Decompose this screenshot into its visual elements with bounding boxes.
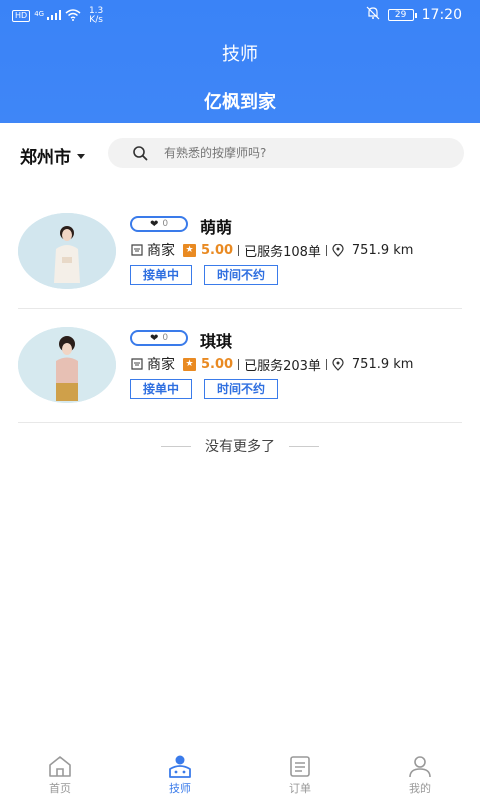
city-label: 郑州市 bbox=[20, 148, 71, 168]
shop-label: 商家 bbox=[147, 357, 175, 373]
technician-name: 琪琪 bbox=[200, 332, 233, 351]
no-more-text: 没有更多了 bbox=[205, 439, 275, 455]
tab-home-label: 首页 bbox=[49, 782, 71, 795]
heart-icon: ❤ bbox=[149, 218, 159, 230]
served-count: 已服务203单 bbox=[244, 358, 321, 374]
like-badge[interactable]: ❤ 0 bbox=[130, 216, 188, 232]
bottom-tab-bar: 首页 技师 订单 我的 bbox=[0, 748, 480, 800]
tab-technician[interactable]: 技师 bbox=[150, 748, 210, 800]
header-bar: HD 4G 1.3 K/s 29 17:20 技师 亿枫到家 bbox=[0, 0, 480, 123]
distance: 751.9 km bbox=[351, 356, 414, 372]
wifi-icon bbox=[65, 8, 81, 24]
status-right: 29 17:20 bbox=[366, 6, 462, 23]
technician-meta: 商家 ★ 5.00 已服务108单 751.9 km bbox=[130, 240, 413, 260]
tab-home[interactable]: 首页 bbox=[30, 748, 90, 800]
star-icon: ★ bbox=[183, 243, 196, 257]
divider bbox=[238, 244, 240, 256]
rating: 5.00 bbox=[201, 356, 234, 372]
list-end-indicator: 没有更多了 bbox=[0, 436, 480, 456]
location-icon bbox=[332, 243, 344, 257]
caret-down-icon bbox=[77, 154, 85, 159]
served-count: 已服务108单 bbox=[244, 244, 321, 260]
tab-orders[interactable]: 订单 bbox=[270, 748, 330, 800]
battery-icon: 29 bbox=[387, 8, 417, 21]
shop-label: 商家 bbox=[147, 243, 175, 259]
status-left: HD 4G 1.3 K/s bbox=[12, 7, 103, 25]
tab-mine-label: 我的 bbox=[409, 782, 431, 795]
like-count: 0 bbox=[162, 219, 169, 229]
status-tag-time: 时间不约 bbox=[204, 265, 279, 285]
technician-card[interactable]: ❤ 0 琪琪 商家 ★ 5.00 已服务203单 751.9 km 接单中 时间… bbox=[18, 309, 462, 423]
search-bar[interactable] bbox=[108, 138, 464, 168]
technician-meta: 商家 ★ 5.00 已服务203单 751.9 km bbox=[130, 354, 413, 374]
network-type: 4G bbox=[34, 9, 45, 18]
like-badge[interactable]: ❤ 0 bbox=[130, 330, 188, 346]
distance: 751.9 km bbox=[351, 242, 414, 258]
divider bbox=[325, 244, 327, 256]
status-tag-accepting: 接单中 bbox=[130, 379, 193, 399]
technician-card[interactable]: ❤ 0 萌萌 商家 ★ 5.00 已服务108单 751.9 km 接单中 时间… bbox=[18, 195, 462, 309]
divider bbox=[161, 445, 191, 447]
profile-icon bbox=[409, 756, 431, 778]
divider bbox=[238, 358, 240, 370]
network-speed: 1.3 K/s bbox=[89, 7, 103, 25]
order-list-icon bbox=[290, 756, 310, 777]
heart-icon: ❤ bbox=[149, 332, 159, 344]
star-icon: ★ bbox=[183, 357, 196, 371]
search-input[interactable] bbox=[164, 146, 444, 160]
shop-icon bbox=[131, 358, 143, 370]
mute-icon bbox=[366, 6, 380, 23]
status-tag-time: 时间不约 bbox=[204, 379, 279, 399]
brand-title: 亿枫到家 bbox=[204, 92, 276, 113]
shop-icon bbox=[131, 244, 143, 256]
status-tags: 接单中 时间不约 bbox=[130, 265, 279, 285]
status-bar: HD 4G 1.3 K/s 29 17:20 bbox=[0, 0, 480, 32]
technician-name: 萌萌 bbox=[200, 218, 233, 237]
divider bbox=[325, 358, 327, 370]
tab-orders-label: 订单 bbox=[289, 782, 311, 795]
status-time: 17:20 bbox=[421, 6, 462, 23]
page-title: 技师 bbox=[222, 44, 258, 65]
tab-technician-label: 技师 bbox=[169, 782, 191, 795]
hd-badge: HD bbox=[12, 10, 31, 22]
tab-mine[interactable]: 我的 bbox=[390, 748, 450, 800]
home-icon bbox=[49, 756, 71, 777]
search-icon bbox=[133, 146, 148, 161]
status-tag-accepting: 接单中 bbox=[130, 265, 193, 285]
speed-unit: K/s bbox=[89, 15, 103, 25]
signal-icon: 4G bbox=[34, 9, 61, 23]
city-selector[interactable]: 郑州市 bbox=[20, 143, 85, 168]
avatar bbox=[18, 213, 116, 289]
avatar bbox=[18, 327, 116, 403]
location-icon bbox=[332, 357, 344, 371]
like-count: 0 bbox=[162, 333, 169, 343]
rating: 5.00 bbox=[201, 242, 234, 258]
divider bbox=[289, 445, 319, 447]
technician-icon bbox=[169, 755, 191, 778]
status-tags: 接单中 时间不约 bbox=[130, 379, 279, 399]
